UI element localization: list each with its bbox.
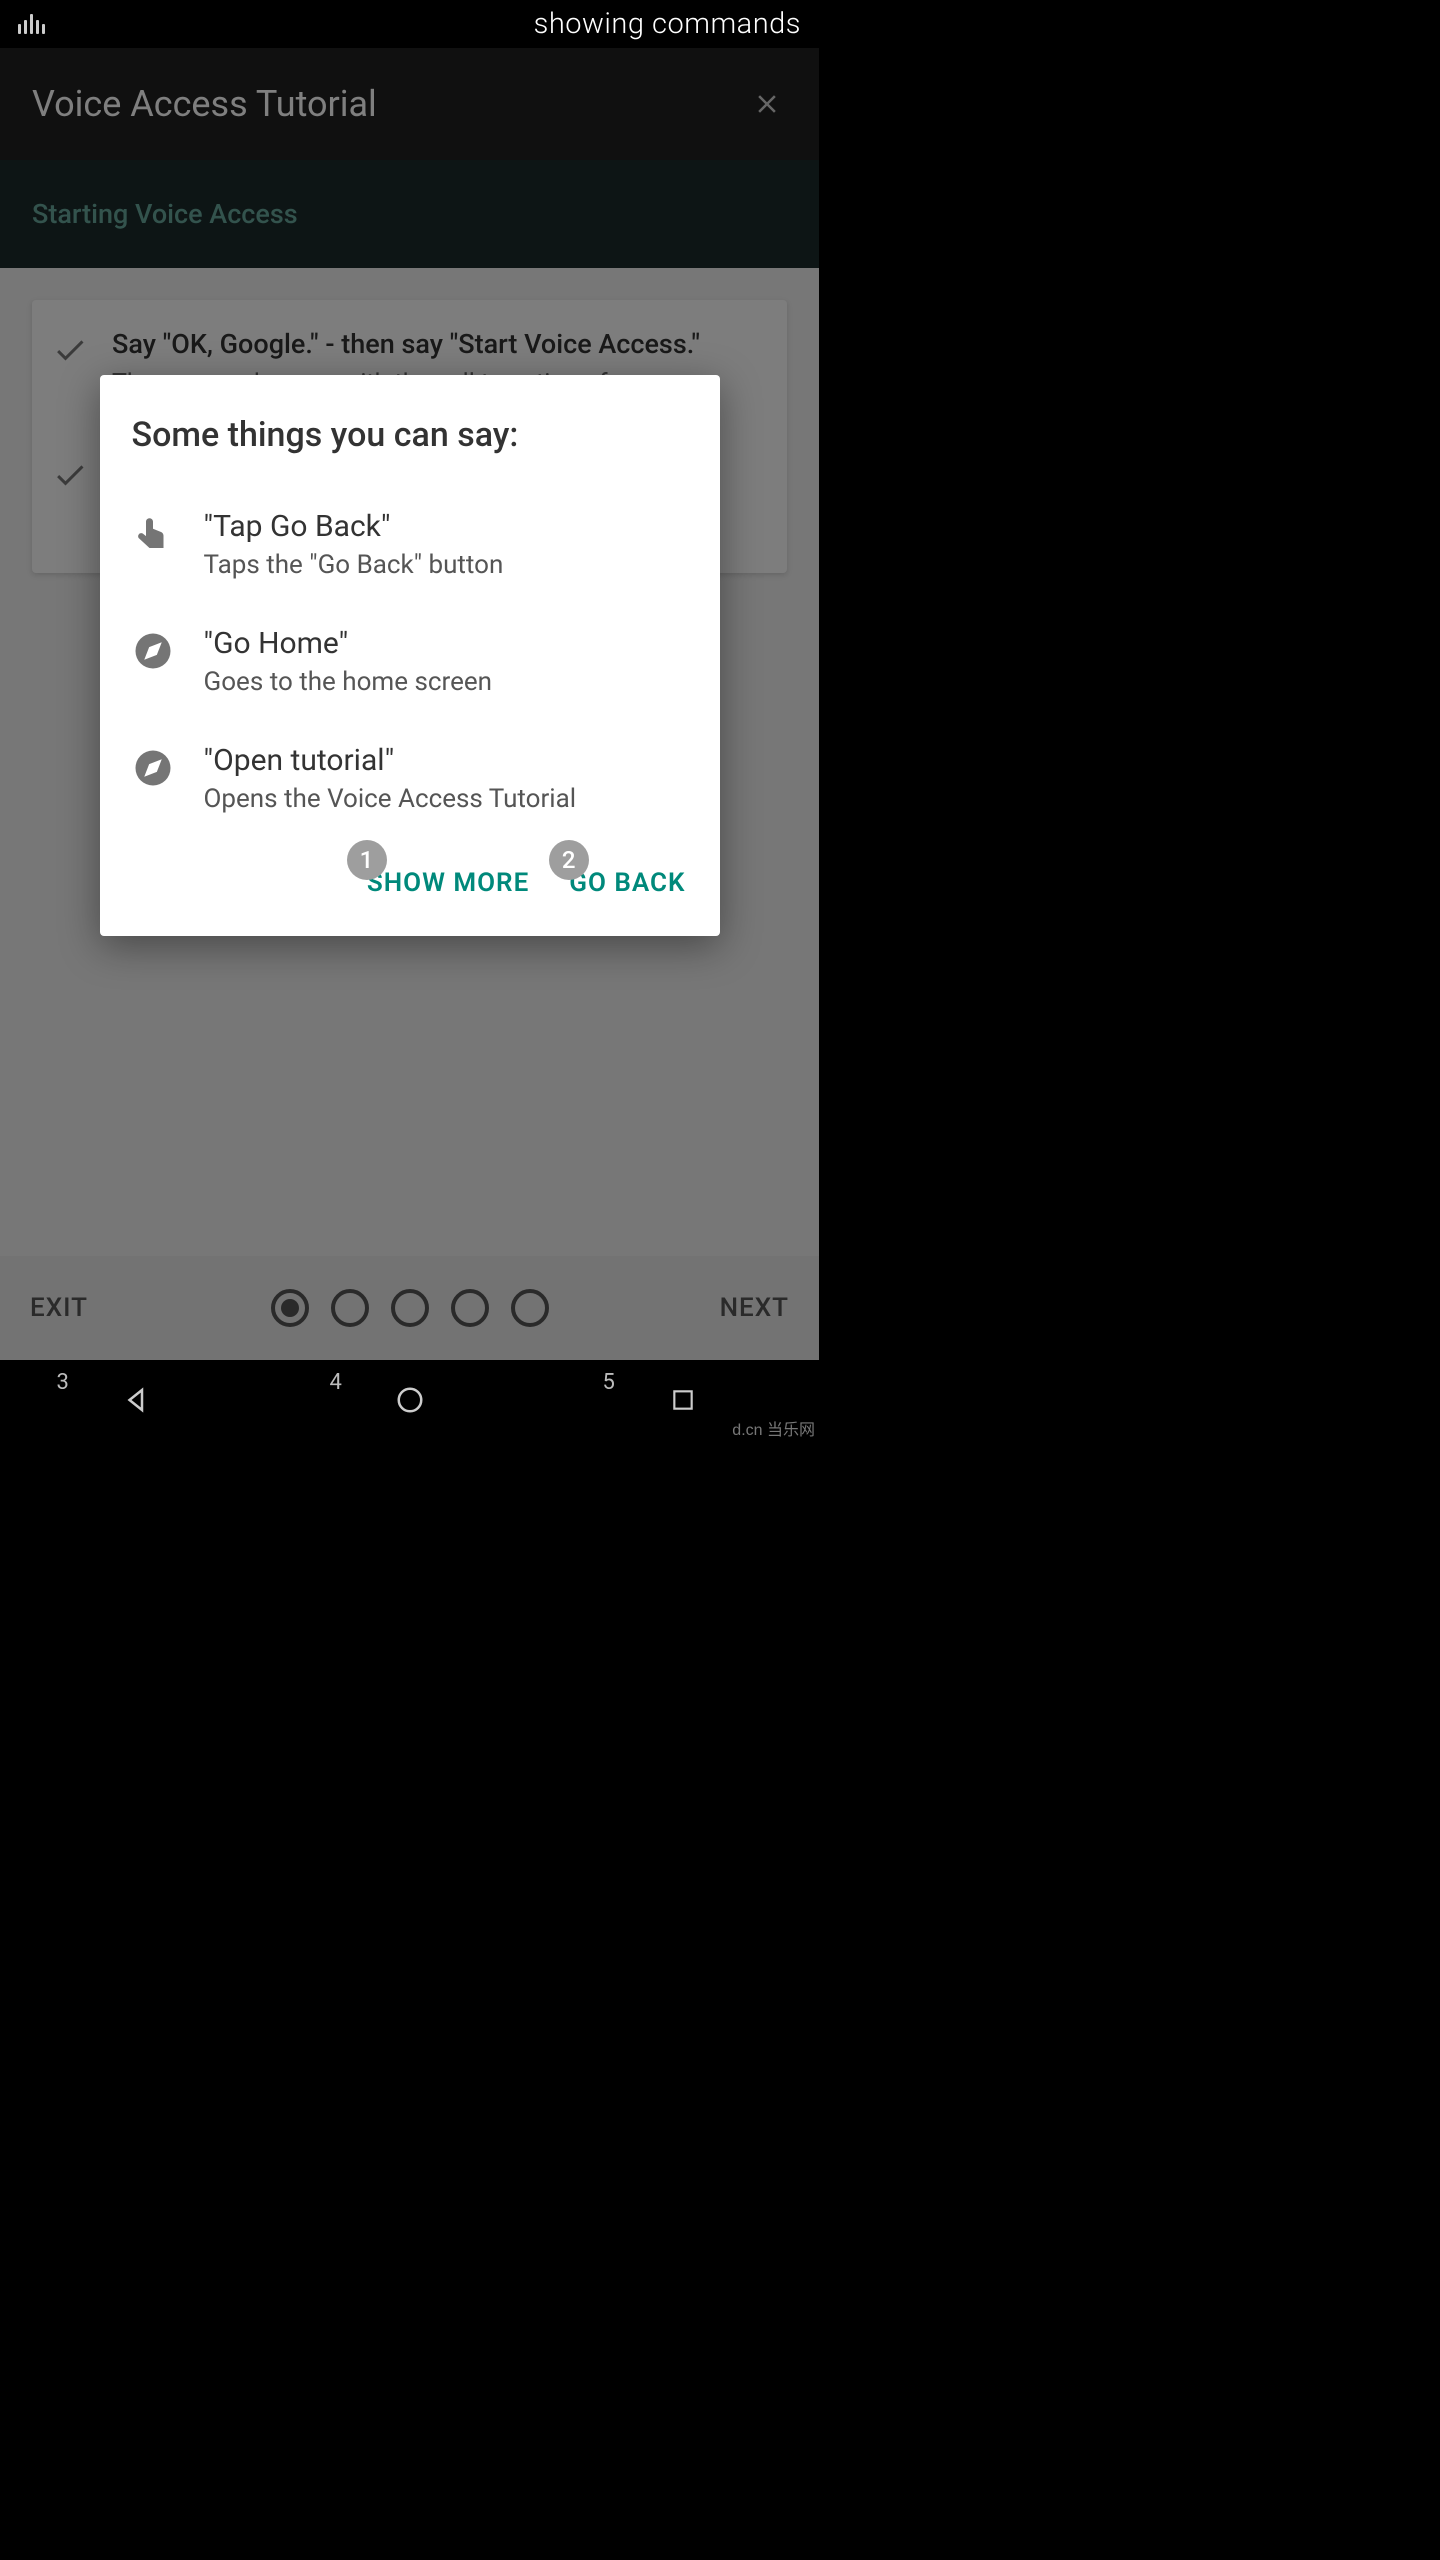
status-text: showing commands	[534, 7, 801, 41]
dialog-title: Some things you can say:	[132, 415, 688, 455]
number-badge: 2	[549, 840, 589, 880]
button-label: SHOW MORE	[367, 868, 529, 898]
dialog-buttons: 1 SHOW MORE 2 GO BACK	[132, 860, 688, 906]
circle-home-icon	[395, 1385, 425, 1415]
go-back-button[interactable]: 2 GO BACK	[567, 860, 687, 906]
commands-dialog: Some things you can say: "Tap Go Back" T…	[100, 375, 720, 936]
command-text: "Open tutorial"	[204, 743, 577, 778]
command-item: "Go Home" Goes to the home screen	[132, 626, 688, 697]
command-text: "Go Home"	[204, 626, 493, 661]
command-desc: Taps the "Go Back" button	[204, 550, 504, 580]
button-label: GO BACK	[569, 868, 685, 898]
triangle-back-icon	[122, 1385, 152, 1415]
command-desc: Opens the Voice Access Tutorial	[204, 784, 577, 814]
command-desc: Goes to the home screen	[204, 667, 493, 697]
compass-icon	[132, 630, 174, 672]
number-badge: 5	[603, 1370, 633, 1395]
number-badge: 4	[330, 1370, 360, 1395]
status-bar: showing commands	[0, 0, 819, 48]
square-recent-icon	[670, 1387, 696, 1413]
compass-icon	[132, 747, 174, 789]
command-text: "Tap Go Back"	[204, 509, 504, 544]
nav-back-button[interactable]: 3	[47, 1376, 227, 1424]
number-badge: 3	[57, 1370, 87, 1395]
show-more-button[interactable]: 1 SHOW MORE	[365, 860, 531, 906]
hand-tap-icon	[132, 513, 174, 555]
watermark: d.cn 当乐网	[732, 1416, 815, 1440]
voice-wave-icon	[18, 14, 46, 34]
command-item: "Tap Go Back" Taps the "Go Back" button	[132, 509, 688, 580]
command-item: "Open tutorial" Opens the Voice Access T…	[132, 743, 688, 814]
system-nav-bar: 3 4 5	[0, 1360, 819, 1440]
nav-home-button[interactable]: 4	[320, 1376, 500, 1424]
